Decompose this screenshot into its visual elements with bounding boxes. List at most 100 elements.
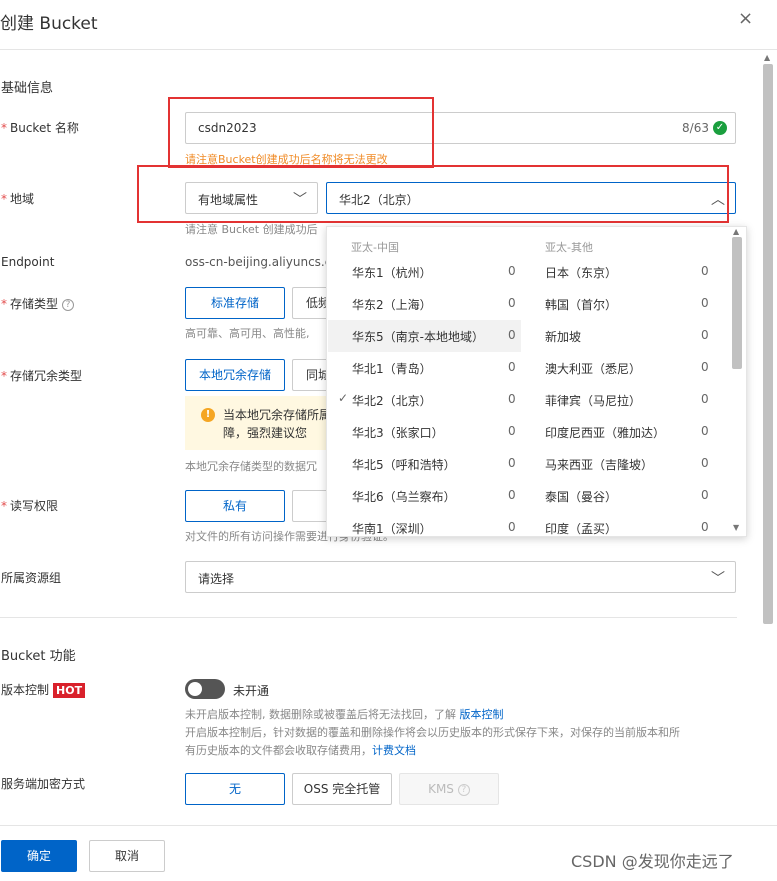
resource-group-select[interactable]: 请选择 ﹀ [185,561,736,593]
redundancy-lrs-label: 本地冗余存储 [198,368,271,382]
dropdown-region-item[interactable]: 澳大利亚（悉尼） 0 [521,352,714,384]
section-function-title: Bucket 功能 [1,649,76,664]
dropdown-region-name: 印度（孟买） [545,522,618,536]
bucket-name-label-text: Bucket 名称 [10,121,79,135]
help-icon: ? [457,784,470,796]
dropdown-region-item[interactable]: 日本（东京） 0 [521,256,714,288]
versioning-doc-link[interactable]: 版本控制 [460,708,504,721]
chevron-down-icon: ﹀ [711,571,725,587]
dropdown-region-item[interactable]: 马来西亚（吉隆坡） 0 [521,448,714,480]
required-mark: * [1,121,7,135]
acl-label-text: 读写权限 [10,499,59,513]
dropdown-region-count: 0 [508,360,516,374]
dropdown-region-item[interactable]: 华北3（张家口） 0 [328,416,521,448]
close-icon[interactable]: × [738,10,753,28]
dropdown-region-item[interactable]: 韩国（首尔） 0 [521,288,714,320]
encryption-oss-button[interactable]: OSS 完全托管 [292,773,392,805]
encryption-oss-label: OSS 完全托管 [303,782,381,796]
region-dropdown[interactable]: 亚太-中国 亚太-其他 华东1（杭州） 0 华东2（上海） 0 华东5（南京-本地地域）… [326,226,747,537]
redundancy-hint: 本地冗余存储类型的数据冗 [185,458,317,474]
dialog-scroll-thumb[interactable] [763,64,773,624]
required-mark: * [1,297,7,311]
confirm-button[interactable]: 确定 [1,840,77,872]
dropdown-region-count: 0 [508,424,516,438]
storage-type-label: * 存储类型? [1,295,75,312]
dropdown-region-count: 0 [508,392,516,406]
redundancy-label-text: 存储冗余类型 [10,369,83,383]
dropdown-region-name: 菲律宾（马尼拉） [545,394,642,408]
versioning-label-text: 版本控制 [1,683,50,697]
required-mark: * [1,192,7,206]
region-label: * 地域 [1,190,34,207]
dropdown-region-item[interactable]: 华东2（上海） 0 [328,288,521,320]
versioning-desc-2: 开启版本控制后，针对数据的覆盖和删除操作将会以历史版本的形式保存下来，对保存的当… [185,724,680,740]
dropdown-region-name: 华南1（深圳） [352,522,432,536]
dropdown-region-item[interactable]: 印度尼西亚（雅加达） 0 [521,416,714,448]
dropdown-region-count: 0 [701,296,709,310]
help-icon[interactable]: ? [62,299,75,311]
required-mark: * [1,499,7,513]
dropdown-group-other: 亚太-其他 [545,241,593,254]
dropdown-region-item[interactable]: 泰国（曼谷） 0 [521,480,714,512]
check-icon: ✓ [338,391,349,405]
dropdown-region-name: 华北5（呼和浩特） [352,458,456,472]
dropdown-region-item[interactable]: 华南1（深圳） 0 [328,512,521,536]
acl-private-button[interactable]: 私有 [185,490,285,522]
encryption-kms-button[interactable]: KMS? [399,773,499,805]
encryption-kms-label: KMS [428,782,454,796]
dropdown-region-name: 华北3（张家口） [352,426,444,440]
dialog-title: 创建 Bucket [0,14,98,34]
section-divider [0,617,737,618]
dropdown-group-china: 亚太-中国 [351,241,399,254]
region-label-text: 地域 [10,192,35,206]
dropdown-region-item[interactable]: 华北6（乌兰察布） 0 [328,480,521,512]
storage-type-label-text: 存储类型 [10,297,59,311]
versioning-toggle[interactable] [185,679,225,699]
dropdown-region-count: 0 [701,392,709,406]
check-circle-icon: ✓ [713,121,727,135]
encryption-none-button[interactable]: 无 [185,773,285,805]
dropdown-region-item[interactable]: 华东5（南京-本地地域） 0 [328,320,521,352]
highlight-box-name [168,97,434,168]
dropdown-region-count: 0 [701,264,709,278]
resource-group-label: 所属资源组 [1,571,62,585]
dropdown-region-count: 0 [701,488,709,502]
acl-private-label: 私有 [222,499,247,513]
billing-doc-link[interactable]: 计费文档 [372,744,416,757]
dropdown-region-name: 马来西亚（吉隆坡） [545,458,654,472]
redundancy-hint-text: 本地冗余存储类型的数据冗 [185,460,317,473]
scroll-up-arrow-icon[interactable]: ▲ [764,53,770,62]
dropdown-region-count: 0 [701,360,709,374]
dialog-header: 创建 Bucket × [0,0,777,50]
confirm-label: 确定 [26,849,51,863]
redundancy-lrs-button[interactable]: 本地冗余存储 [185,359,285,391]
highlight-box-region [137,165,729,223]
dropdown-region-name: 澳大利亚（悉尼） [545,362,642,376]
dropdown-region-name: 韩国（首尔） [545,298,618,312]
dropdown-scroll-down-icon[interactable]: ▼ [733,523,739,532]
endpoint-label: Endpoint [1,255,55,269]
dropdown-region-item[interactable]: 印度（孟买） 0 [521,512,714,536]
dropdown-region-count: 0 [508,296,516,310]
dropdown-scroll-up-icon[interactable]: ▲ [733,227,739,236]
dropdown-region-name: 华东5（南京-本地地域） [352,330,484,344]
dropdown-region-count: 0 [508,520,516,534]
dialog-footer: 确定 取消 CSDN @发现你走远了 [0,825,777,881]
dropdown-region-item[interactable]: 新加坡 0 [521,320,714,352]
dropdown-region-item[interactable]: 菲律宾（马尼拉） 0 [521,384,714,416]
dropdown-region-item[interactable]: 华北5（呼和浩特） 0 [328,448,521,480]
dropdown-region-item[interactable]: 华北1（青岛） 0 [328,352,521,384]
dropdown-scroll-thumb[interactable] [732,237,742,369]
storage-standard-label: 标准存储 [210,296,259,310]
storage-standard-button[interactable]: 标准存储 [185,287,285,319]
encryption-label: 服务端加密方式 [1,777,86,791]
redundancy-label: * 存储冗余类型 [1,367,82,384]
dropdown-region-name: 华东1（杭州） [352,266,432,280]
cancel-button[interactable]: 取消 [89,840,165,872]
dropdown-region-item[interactable]: 华东1（杭州） 0 [328,256,521,288]
bucket-name-label: * Bucket 名称 [1,119,79,136]
encryption-none-label: 无 [228,782,241,796]
toggle-knob [188,682,202,696]
dropdown-region-item[interactable]: ✓ 华北2（北京） 0 [328,384,521,416]
dropdown-region-count: 0 [508,488,516,502]
